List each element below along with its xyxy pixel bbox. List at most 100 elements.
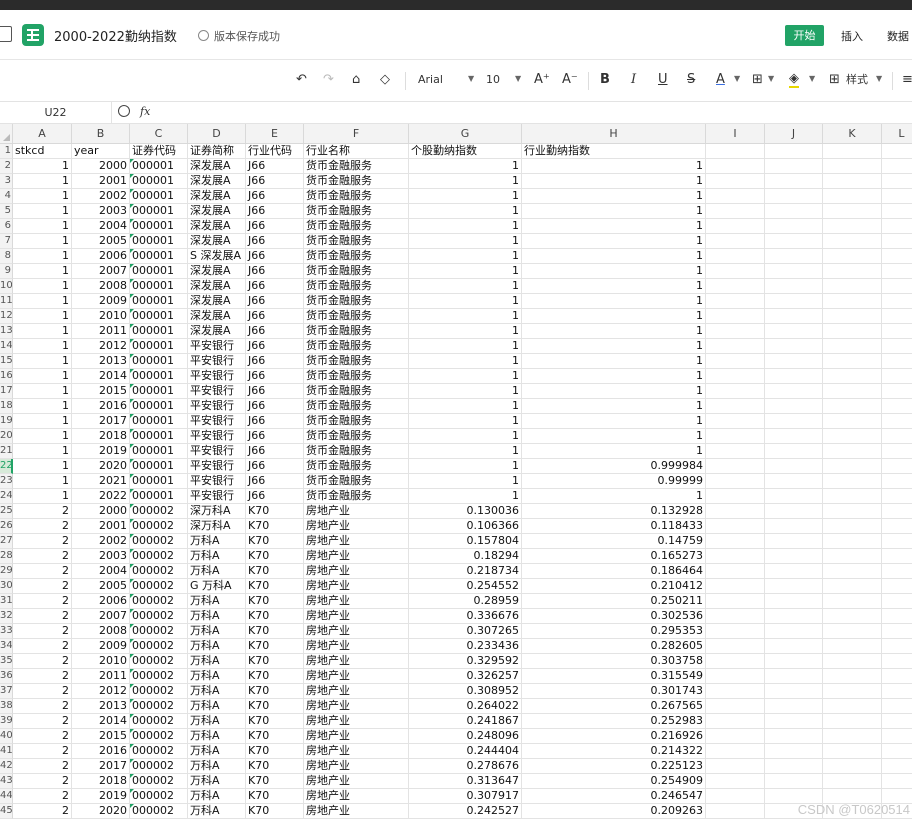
table-cell[interactable]: 000001 [130,159,188,174]
table-cell[interactable] [823,399,882,414]
table-cell[interactable] [823,519,882,534]
table-cell[interactable] [765,624,823,639]
row-number[interactable]: 33 [0,624,13,639]
table-cell[interactable] [706,534,765,549]
table-cell[interactable] [765,639,823,654]
table-cell[interactable]: 1 [409,459,522,474]
table-cell[interactable]: 0.282605 [522,639,706,654]
table-cell[interactable]: 深发展A [188,234,246,249]
table-cell[interactable] [706,564,765,579]
table-cell[interactable]: 1 [13,369,72,384]
table-cell[interactable]: 房地产业 [304,504,409,519]
table-cell[interactable]: J66 [246,324,304,339]
menu-data-button[interactable]: 数据 [887,28,909,44]
table-cell[interactable]: 房地产业 [304,654,409,669]
chevron-down-icon[interactable]: ▼ [809,74,815,83]
table-cell[interactable]: 0.264022 [409,699,522,714]
name-box[interactable]: U22 [0,102,112,124]
table-cell[interactable]: 2018 [72,429,130,444]
table-cell[interactable]: 平安银行 [188,414,246,429]
table-cell[interactable] [706,399,765,414]
table-cell[interactable]: 万科A [188,654,246,669]
eraser-icon[interactable]: ◇ [380,72,390,88]
table-cell[interactable]: 货币金融服务 [304,294,409,309]
function-icon[interactable]: fx [140,105,150,118]
table-cell[interactable]: 2022 [72,489,130,504]
table-cell[interactable] [823,654,882,669]
chevron-down-icon[interactable]: ▼ [515,74,521,83]
table-cell[interactable]: 1 [13,249,72,264]
table-cell[interactable]: 货币金融服务 [304,384,409,399]
table-cell[interactable] [882,444,912,459]
table-cell[interactable]: 1 [13,339,72,354]
fill-color-icon[interactable]: ◈ [789,72,799,88]
table-cell[interactable]: 1 [13,384,72,399]
table-cell[interactable]: 货币金融服务 [304,249,409,264]
undo-icon[interactable]: ↶ [296,72,307,88]
table-cell[interactable]: 平安银行 [188,429,246,444]
table-cell[interactable] [823,354,882,369]
table-cell[interactable] [882,669,912,684]
table-cell[interactable]: 深万科A [188,519,246,534]
table-cell[interactable] [706,159,765,174]
table-cell[interactable] [882,699,912,714]
table-cell[interactable]: 1 [522,429,706,444]
table-cell[interactable] [765,264,823,279]
row-number[interactable]: 26 [0,519,13,534]
table-cell[interactable]: 000002 [130,804,188,819]
table-cell[interactable]: 货币金融服务 [304,399,409,414]
table-cell[interactable]: 房地产业 [304,744,409,759]
table-cell[interactable] [706,654,765,669]
table-cell[interactable] [823,759,882,774]
table-cell[interactable] [706,789,765,804]
table-cell[interactable]: 000001 [130,414,188,429]
table-cell[interactable]: J66 [246,339,304,354]
table-cell[interactable]: 货币金融服务 [304,159,409,174]
table-cell[interactable] [882,579,912,594]
table-cell[interactable]: 万科A [188,789,246,804]
table-cell[interactable]: J66 [246,444,304,459]
table-cell[interactable]: 2006 [72,594,130,609]
table-cell[interactable] [765,669,823,684]
table-cell[interactable]: 0.315549 [522,669,706,684]
table-cell[interactable] [765,699,823,714]
table-cell[interactable]: 2 [13,729,72,744]
table-cell[interactable]: J66 [246,294,304,309]
table-cell[interactable] [765,489,823,504]
table-cell[interactable]: G 万科A [188,579,246,594]
table-cell[interactable] [823,549,882,564]
document-title[interactable]: 2000-2022勤纳指数 [54,26,177,45]
table-cell[interactable] [765,459,823,474]
table-cell[interactable] [765,474,823,489]
table-cell[interactable]: 0.329592 [409,654,522,669]
table-cell[interactable]: 000001 [130,339,188,354]
column-header-i[interactable]: I [706,124,765,144]
table-cell[interactable]: 深发展A [188,219,246,234]
table-cell[interactable]: 1 [409,489,522,504]
table-cell[interactable] [882,294,912,309]
table-cell[interactable] [706,774,765,789]
table-cell[interactable]: 1 [409,279,522,294]
table-cell[interactable]: 房地产业 [304,804,409,819]
table-cell[interactable]: 1 [522,414,706,429]
table-cell[interactable]: 0.157804 [409,534,522,549]
table-cell[interactable]: 000001 [130,309,188,324]
table-cell[interactable]: 深发展A [188,189,246,204]
table-cell[interactable] [706,279,765,294]
table-cell[interactable]: 深发展A [188,324,246,339]
table-cell[interactable]: 1 [522,309,706,324]
table-cell[interactable]: 1 [409,189,522,204]
table-cell[interactable]: 2019 [72,444,130,459]
table-cell[interactable]: 000002 [130,789,188,804]
table-cell[interactable]: 2012 [72,684,130,699]
font-color-button[interactable]: A [716,72,725,88]
table-cell[interactable]: 万科A [188,774,246,789]
table-cell[interactable]: 1 [409,264,522,279]
table-cell[interactable] [882,339,912,354]
table-cell[interactable] [706,294,765,309]
table-cell[interactable]: 000001 [130,174,188,189]
table-cell[interactable]: 房地产业 [304,714,409,729]
table-cell[interactable]: K70 [246,684,304,699]
table-cell[interactable]: 2019 [72,789,130,804]
table-cell[interactable] [823,699,882,714]
